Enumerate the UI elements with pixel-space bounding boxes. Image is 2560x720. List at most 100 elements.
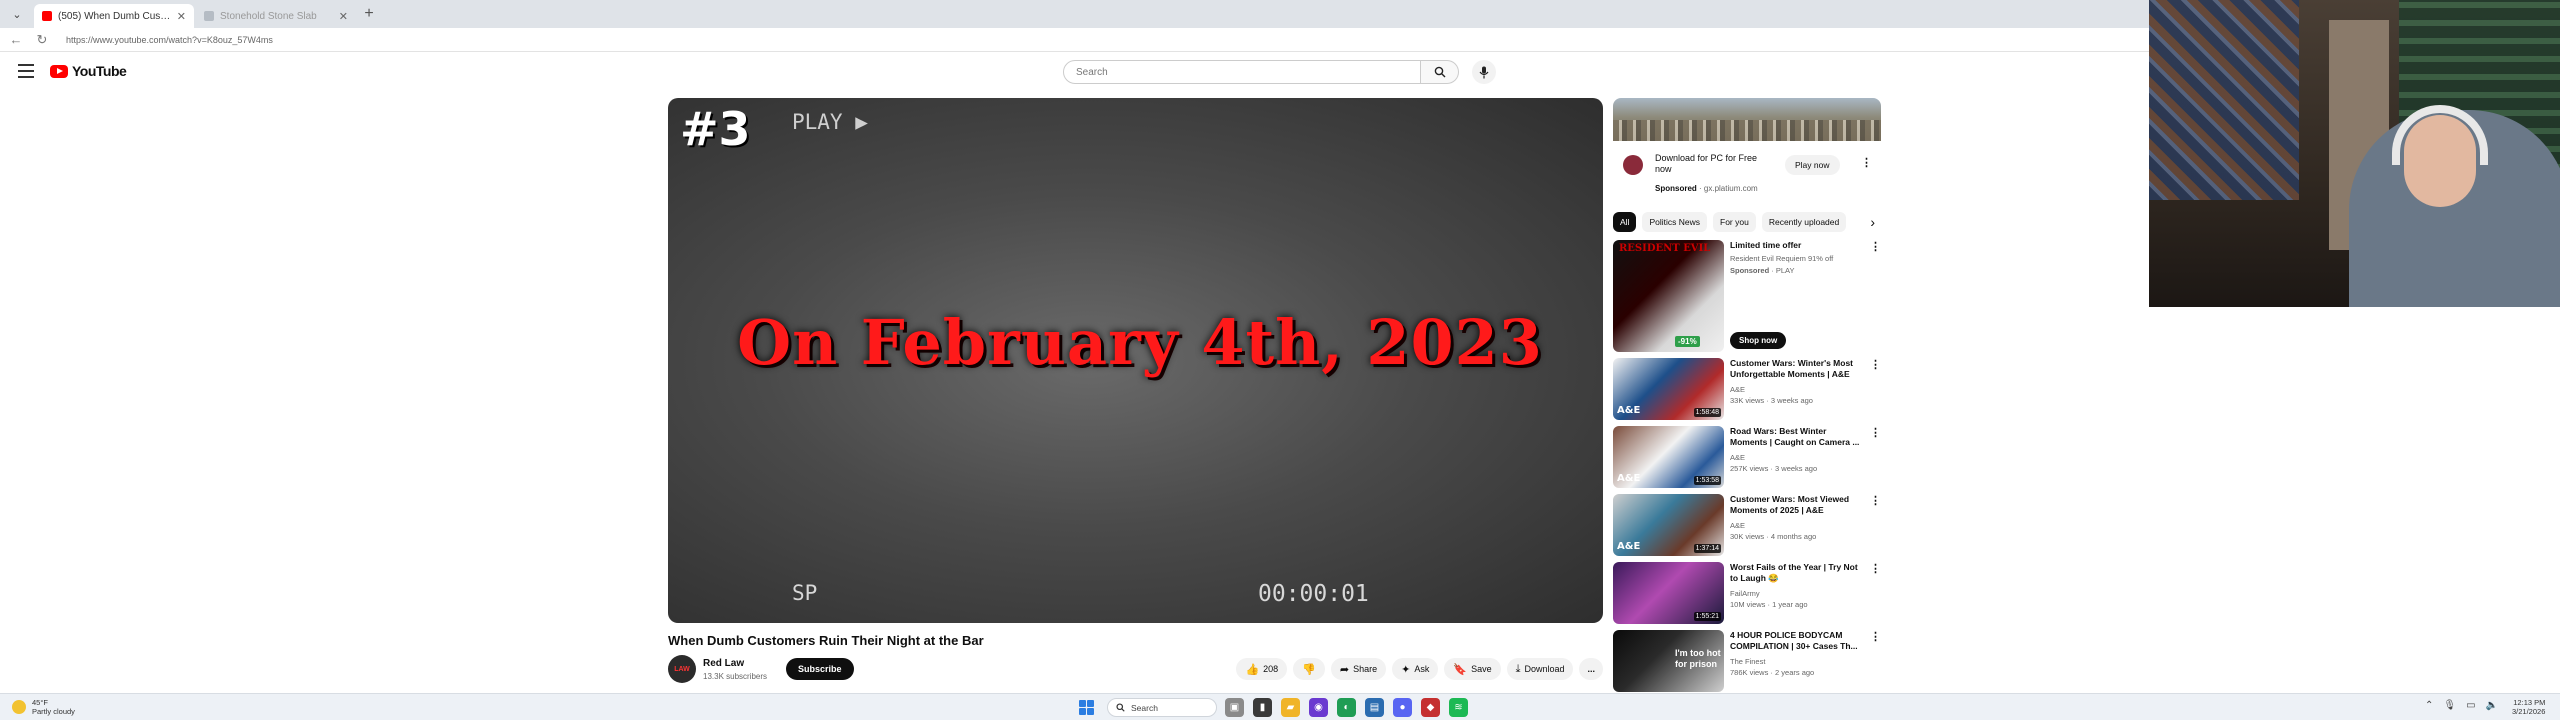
- chat-icon[interactable]: ●: [1393, 698, 1412, 717]
- reload-icon[interactable]: ↻: [34, 32, 50, 48]
- ad-card[interactable]: Download for PC for Free now Sponsored ·…: [1613, 143, 1881, 195]
- ask-button[interactable]: ✦ Ask: [1392, 658, 1439, 680]
- recommendation-item[interactable]: I'm too hot for prison 4 HOUR POLICE BOD…: [1613, 630, 1881, 692]
- recommendation-item[interactable]: 1:55:21 Worst Fails of the Year | Try No…: [1613, 562, 1881, 624]
- back-icon[interactable]: ←: [8, 32, 24, 47]
- chip-all[interactable]: All: [1613, 212, 1637, 232]
- rec-channel[interactable]: A&E: [1730, 385, 1745, 394]
- file-explorer-icon[interactable]: ▰: [1281, 698, 1300, 717]
- terminal-icon[interactable]: ▮: [1253, 698, 1272, 717]
- volume-icon[interactable]: 🔈: [2486, 700, 2498, 711]
- video-thumbnail[interactable]: A&E 1:37:14: [1613, 494, 1724, 556]
- menu-icon[interactable]: [18, 64, 34, 78]
- taskbar-clock[interactable]: 12:13 PM 3/21/2026: [2512, 698, 2545, 716]
- duration-badge: 1:53:58: [1693, 476, 1721, 485]
- rec-channel[interactable]: A&E: [1730, 521, 1745, 530]
- rec-channel[interactable]: A&E: [1730, 453, 1745, 462]
- rec-channel[interactable]: The Finest: [1730, 657, 1765, 666]
- more-options-icon[interactable]: ⋮: [1870, 358, 1881, 371]
- chip-politics-news[interactable]: Politics News: [1642, 212, 1707, 232]
- download-button[interactable]: ⤓ Download: [1506, 658, 1574, 680]
- rec-title: Worst Fails of the Year | Try Not to Lau…: [1730, 562, 1858, 583]
- dislike-button[interactable]: 👎: [1293, 658, 1325, 680]
- more-options-icon[interactable]: ⋮: [1870, 562, 1881, 575]
- video-thumbnail[interactable]: A&E 1:58:48: [1613, 358, 1724, 420]
- app-icon[interactable]: ▤: [1365, 698, 1384, 717]
- sponsored-recommendation[interactable]: RESIDENT EVIL -91% Limited time offer Re…: [1613, 240, 1881, 352]
- rec-meta: 30K views · 4 months ago: [1730, 532, 1817, 541]
- sponsored-label: Sponsored: [1730, 266, 1770, 275]
- like-button[interactable]: 👍 208: [1236, 658, 1288, 680]
- save-label: Save: [1471, 664, 1492, 674]
- network-icon[interactable]: ▭: [2466, 700, 2475, 711]
- more-options-icon[interactable]: ⋮: [1870, 426, 1881, 439]
- channel-watermark: A&E: [1617, 473, 1641, 484]
- voice-search-button[interactable]: [1472, 60, 1496, 84]
- taskbar-search[interactable]: Search: [1107, 698, 1217, 717]
- youtube-play-icon: [50, 64, 68, 78]
- task-view-icon[interactable]: ▣: [1225, 698, 1244, 717]
- more-options-icon[interactable]: ⋮: [1870, 630, 1881, 643]
- address-bar: ← ↻ https://www.youtube.com/watch?v=K8ou…: [0, 28, 2149, 52]
- close-tab-icon[interactable]: ✕: [177, 10, 186, 23]
- more-actions-button[interactable]: ...: [1579, 658, 1603, 680]
- youtube-logo[interactable]: YouTube: [50, 63, 127, 79]
- chip-for-you[interactable]: For you: [1713, 212, 1756, 232]
- youtube-header: YouTube Search: [0, 54, 2149, 90]
- search-button[interactable]: [1421, 60, 1459, 84]
- spotify-icon[interactable]: ≋: [1449, 698, 1468, 717]
- share-button[interactable]: ➦ Share: [1330, 658, 1387, 680]
- video-title: When Dumb Customers Ruin Their Night at …: [668, 633, 984, 648]
- video-thumbnail[interactable]: I'm too hot for prison: [1613, 630, 1724, 692]
- more-options-icon[interactable]: ⋮: [1870, 240, 1881, 253]
- new-tab-button[interactable]: +: [358, 3, 380, 25]
- url-field[interactable]: https://www.youtube.com/watch?v=K8ouz_57…: [66, 35, 273, 45]
- recommendation-item[interactable]: A&E 1:53:58 Road Wars: Best Winter Momen…: [1613, 426, 1881, 488]
- rec-channel[interactable]: FailArmy: [1730, 589, 1760, 598]
- ad-banner-image[interactable]: [1613, 98, 1881, 141]
- recommendation-item[interactable]: A&E 1:37:14 Customer Wars: Most Viewed M…: [1613, 494, 1881, 556]
- close-tab-icon[interactable]: ✕: [339, 10, 348, 23]
- subscribe-button[interactable]: Subscribe: [786, 658, 854, 680]
- clock-date: 3/21/2026: [2512, 707, 2546, 716]
- rec-title: Customer Wars: Winter's Most Unforgettab…: [1730, 358, 1854, 379]
- video-player[interactable]: #3 PLAY ▶ On February 4th, 2023 SP 00:00…: [668, 98, 1603, 623]
- microphone-icon: [1479, 66, 1489, 78]
- chevron-up-icon[interactable]: ⌃: [2425, 700, 2433, 711]
- webcam-background: [2149, 0, 2299, 200]
- video-thumbnail[interactable]: 1:55:21: [1613, 562, 1724, 624]
- microphone-icon[interactable]: 🎙: [2443, 700, 2456, 711]
- vhs-play-overlay: PLAY ▶: [792, 110, 868, 134]
- discord-icon[interactable]: ◉: [1309, 698, 1328, 717]
- vhs-timecode-overlay: 00:00:01: [1258, 581, 1369, 607]
- rec-title: 4 HOUR POLICE BODYCAM COMPILATION | 30+ …: [1730, 630, 1858, 651]
- media-icon[interactable]: ◆: [1421, 698, 1440, 717]
- video-thumbnail[interactable]: A&E 1:53:58: [1613, 426, 1724, 488]
- channel-avatar[interactable]: LAW: [668, 655, 696, 683]
- duration-badge: 1:55:21: [1693, 612, 1721, 621]
- weather-widget[interactable]: 45°F Partly cloudy: [12, 698, 75, 716]
- taskbar-apps: ▣ ▮ ▰ ◉ ◐ ▤ ● ◆ ≋: [1225, 698, 1468, 717]
- windows-start-icon[interactable]: [1079, 700, 1094, 715]
- chip-recently-uploaded[interactable]: Recently uploaded: [1761, 212, 1847, 232]
- edge-icon[interactable]: ◐: [1337, 698, 1356, 717]
- tab-youtube[interactable]: (505) When Dumb Customers ✕: [34, 4, 194, 28]
- video-thumbnail[interactable]: RESIDENT EVIL -91%: [1613, 240, 1724, 352]
- tab-other[interactable]: Stonehold Stone Slab ✕: [196, 4, 356, 28]
- save-button[interactable]: 🔖 Save: [1444, 658, 1501, 680]
- search-icon: [1116, 703, 1125, 712]
- taskbar-search-label: Search: [1131, 702, 1158, 713]
- rec-meta: 33K views · 3 weeks ago: [1730, 396, 1813, 405]
- play-now-button[interactable]: Play now: [1785, 155, 1840, 175]
- shop-now-button[interactable]: Shop now: [1730, 332, 1787, 349]
- filter-chips: All Politics News For you Recently uploa…: [1613, 212, 1881, 232]
- search-input[interactable]: Search: [1063, 60, 1421, 84]
- more-options-icon[interactable]: ⋮: [1861, 156, 1872, 169]
- tab-menu-icon[interactable]: ⌄: [6, 3, 28, 25]
- chevron-right-icon[interactable]: ›: [1870, 214, 1881, 230]
- more-options-icon[interactable]: ⋮: [1870, 494, 1881, 507]
- channel-name[interactable]: Red Law: [703, 658, 744, 669]
- recommendation-item[interactable]: A&E 1:58:48 Customer Wars: Winter's Most…: [1613, 358, 1881, 420]
- rec-meta: 257K views · 3 weeks ago: [1730, 464, 1818, 473]
- video-headline-text: On February 4th, 2023: [737, 306, 1543, 379]
